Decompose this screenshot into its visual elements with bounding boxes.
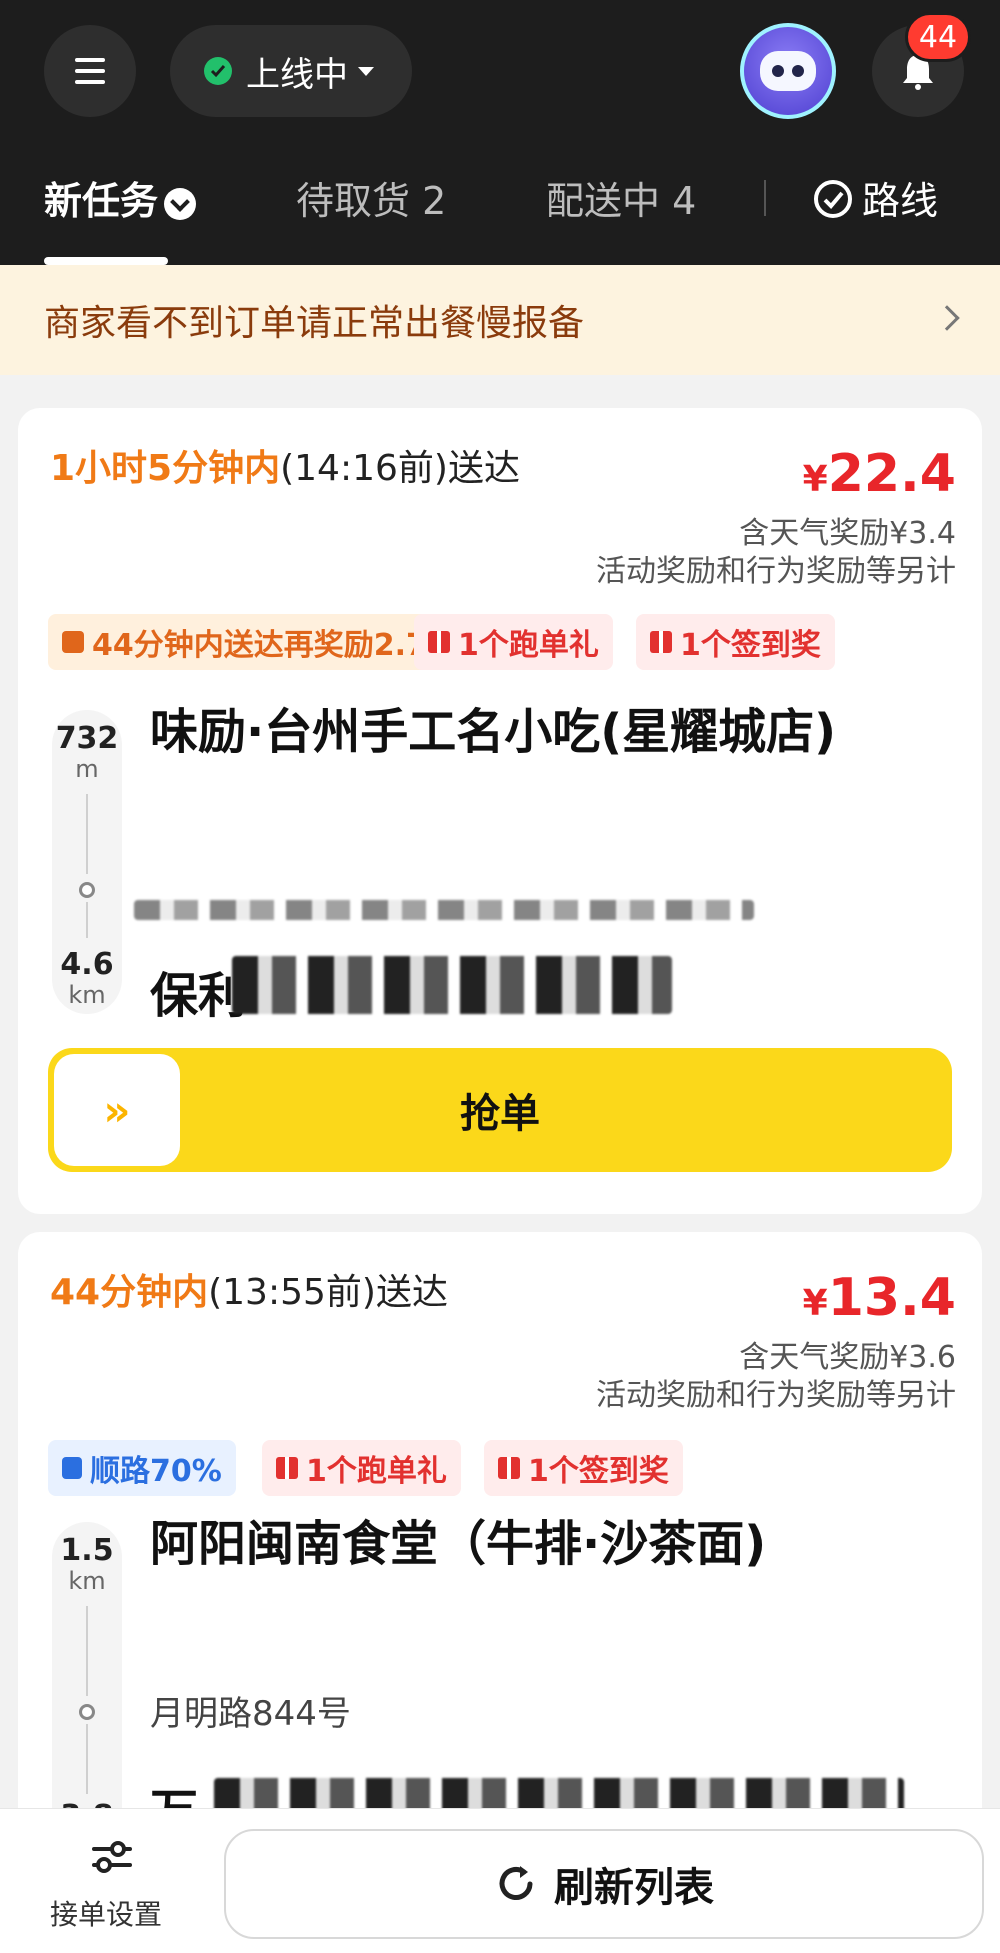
route-rail: 732 m 4.6 km <box>52 710 122 1014</box>
tab-route[interactable]: 路线 <box>812 170 938 225</box>
tab-new-tasks[interactable]: 新任务 <box>44 170 197 225</box>
grab-order-button[interactable]: 抢单 » <box>48 1048 952 1172</box>
tab-label: 新任务 <box>44 179 159 223</box>
notification-badge: 44 <box>905 12 971 62</box>
delivery-time: 1小时5分钟内(14:16前)送达 <box>50 448 520 489</box>
shop-address: 月明路844号 <box>150 1694 351 1734</box>
order-card[interactable]: 44分钟内(13:55前)送达 ¥13.4 含天气奖励¥3.6 活动奖励和行为奖… <box>18 1232 982 1852</box>
chevron-down-icon <box>358 66 374 76</box>
order-price: ¥13.4 <box>802 1268 956 1328</box>
checkin-gift-tag: 1个签到奖 <box>636 614 835 670</box>
order-price: ¥22.4 <box>802 444 956 504</box>
robot-eye-icon <box>792 65 804 77</box>
menu-button[interactable] <box>44 25 136 117</box>
on-the-way-tag: 顺路70% <box>48 1440 236 1496</box>
task-tabs: 新任务 待取货 2 配送中 4 路线 <box>0 150 1000 265</box>
tab-delivering[interactable]: 配送中 4 <box>546 170 696 225</box>
waypoint-icon <box>79 1704 95 1720</box>
notice-text: 商家看不到订单请正常出餐慢报备 <box>44 303 585 344</box>
delivery-distance: 4.6 km <box>60 947 114 1010</box>
run-gift-tag: 1个跑单礼 <box>414 614 613 670</box>
run-gift-tag: 1个跑单礼 <box>262 1440 461 1496</box>
gift-icon <box>498 1457 520 1479</box>
waypoint-icon <box>79 882 95 898</box>
tab-awaiting-pickup[interactable]: 待取货 2 <box>296 170 446 225</box>
active-tab-indicator <box>44 257 168 265</box>
redacted-address <box>134 900 754 920</box>
shop-name: 阿阳闽南食堂（牛排·沙茶面) <box>150 1516 767 1572</box>
bonus-icon <box>62 631 84 653</box>
shop-name: 味励·台州手工名小吃(星耀城店) <box>150 704 837 760</box>
gift-icon <box>276 1457 298 1479</box>
route-icon <box>814 180 852 218</box>
route-rail: 1.5km 3.8 <box>52 1522 122 1852</box>
refresh-icon <box>499 1866 533 1900</box>
bottom-bar: 接单设置 刷新列表 <box>0 1808 1000 1953</box>
extra-bonus-note: 活动奖励和行为奖励等另计 <box>596 1378 956 1413</box>
order-settings-label: 接单设置 <box>50 1898 163 1931</box>
refresh-list-button[interactable]: 刷新列表 <box>224 1829 984 1939</box>
checkin-gift-tag: 1个签到奖 <box>484 1440 683 1496</box>
tab-label: 路线 <box>862 179 939 223</box>
refresh-list-label: 刷新列表 <box>554 1865 714 1911</box>
pickup-distance: 1.5 km <box>60 1533 114 1596</box>
delivery-time: 44分钟内(13:55前)送达 <box>50 1272 448 1313</box>
app-header: 上线中 44 新任务 待取货 2 配送中 4 路线 <box>0 0 1000 265</box>
notice-banner[interactable]: 商家看不到订单请正常出餐慢报备 <box>0 265 1000 375</box>
extra-bonus-note: 活动奖励和行为奖励等另计 <box>596 554 956 589</box>
robot-eye-icon <box>772 65 784 77</box>
pickup-distance: 732 m <box>55 721 119 784</box>
menu-icon <box>75 58 105 84</box>
bonus-tag: 44分钟内送达再奖励2.7元 <box>48 614 471 670</box>
assistant-avatar[interactable] <box>740 23 836 119</box>
gift-icon <box>428 631 450 653</box>
sliders-icon <box>92 1841 132 1873</box>
redacted-destination <box>232 956 672 1014</box>
order-card[interactable]: 1小时5分钟内(14:16前)送达 ¥22.4 含天气奖励¥3.4 活动奖励和行… <box>18 408 982 1214</box>
chevron-down-icon <box>164 187 197 220</box>
check-icon <box>204 57 232 85</box>
chevron-right-icon <box>934 305 960 331</box>
tab-divider <box>764 180 766 216</box>
status-label: 上线中 <box>246 54 348 95</box>
online-status-dropdown[interactable]: 上线中 <box>170 25 412 117</box>
gift-icon <box>650 631 672 653</box>
thumbs-up-icon <box>62 1457 82 1479</box>
grab-order-label: 抢单 <box>460 1091 540 1137</box>
double-chevron-right-icon[interactable]: » <box>54 1054 180 1166</box>
